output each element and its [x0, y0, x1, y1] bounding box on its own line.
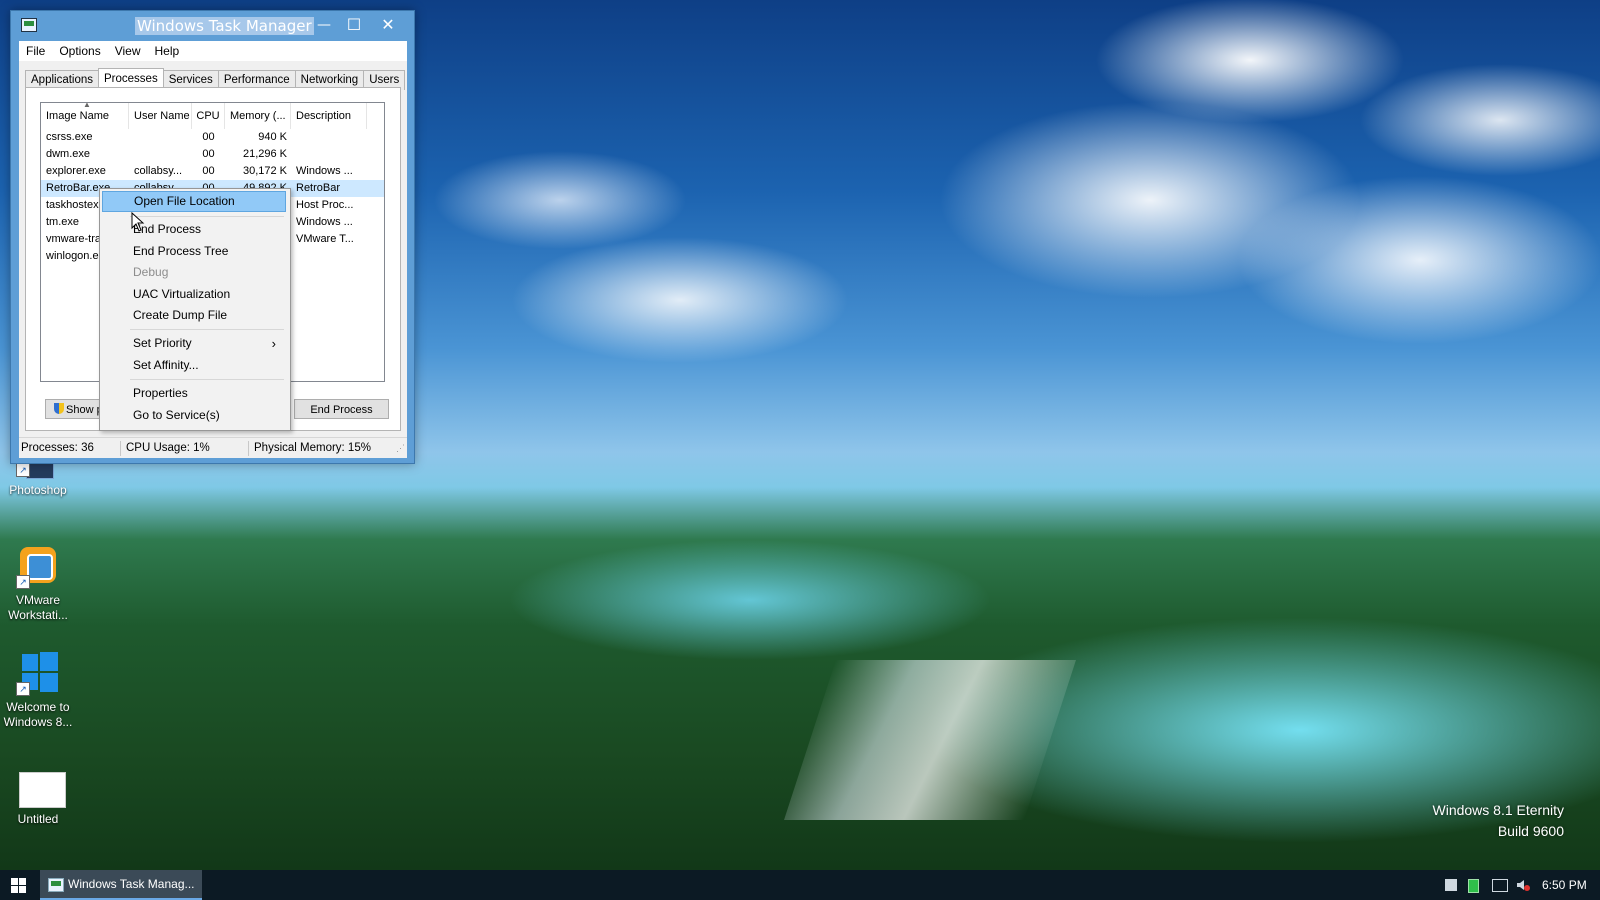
menu-separator: [130, 329, 284, 330]
process-user: collabsy...: [134, 165, 183, 177]
process-name: dwm.exe: [46, 148, 91, 160]
process-memory: 940 K: [258, 131, 287, 143]
end-process-button[interactable]: End Process: [294, 399, 389, 419]
status-divider: [248, 441, 249, 456]
table-row[interactable]: explorer.exe collabsy... 00 30,172 K Win…: [41, 163, 384, 180]
process-context-menu: Open File Location End Process End Proce…: [99, 188, 291, 431]
windows-watermark: Windows 8.1 Eternity Build 9600: [1433, 800, 1565, 842]
taskbar: Windows Task Manag... 6:50 PM: [0, 870, 1600, 900]
table-row[interactable]: csrss.exe 00 940 K: [41, 129, 384, 146]
taskbar-item-label: Windows Task Manag...: [68, 877, 195, 891]
process-cpu: 00: [202, 165, 215, 177]
menu-file[interactable]: File: [19, 41, 52, 61]
menu-item-end-process-tree[interactable]: End Process Tree: [102, 241, 286, 262]
menu-item-open-file-location[interactable]: Open File Location: [102, 191, 286, 212]
start-button[interactable]: [0, 870, 38, 900]
uac-shield-icon: [54, 403, 64, 414]
sort-ascending-icon: ▲: [83, 103, 91, 109]
network-icon[interactable]: [1492, 879, 1508, 892]
menu-item-end-process[interactable]: End Process: [102, 219, 286, 240]
desktop-icon-label: VMware: [15, 593, 60, 607]
column-user-name[interactable]: User Name: [129, 103, 192, 129]
status-divider: [120, 441, 121, 456]
desktop-icon-welcome[interactable]: ↗ Welcome to Windows 8...: [0, 652, 76, 730]
menu-bar: File Options View Help: [19, 41, 407, 61]
watermark-build: Build 9600: [1497, 823, 1564, 839]
task-manager-app-icon: [21, 18, 37, 32]
action-center-icon[interactable]: [1445, 879, 1457, 891]
document-icon: [16, 772, 66, 808]
battery-icon[interactable]: [1468, 879, 1479, 893]
table-row[interactable]: dwm.exe 00 21,296 K: [41, 146, 384, 163]
menu-options[interactable]: Options: [52, 41, 107, 61]
task-manager-app-icon: [48, 878, 64, 892]
process-list-header: ▲ Image Name User Name CPU Memory (... De…: [41, 103, 384, 129]
menu-help[interactable]: Help: [148, 41, 187, 61]
column-description[interactable]: Description: [291, 103, 367, 129]
menu-view[interactable]: View: [108, 41, 148, 61]
process-description: RetroBar: [296, 182, 341, 194]
chevron-right-icon: ›: [271, 336, 276, 351]
status-cpu: CPU Usage: 1%: [126, 442, 210, 454]
desktop-icon-vmware[interactable]: ↗ VMware Workstati...: [0, 545, 76, 623]
process-description: Windows ...: [296, 165, 353, 177]
menu-item-create-dump-file[interactable]: Create Dump File: [102, 305, 286, 326]
process-cpu: 00: [202, 131, 215, 143]
status-processes: Processes: 36: [21, 442, 94, 454]
desktop-icon-label: Photoshop: [9, 483, 67, 497]
taskbar-item-task-manager[interactable]: Windows Task Manag...: [40, 870, 202, 900]
column-image-name[interactable]: ▲ Image Name: [41, 103, 129, 129]
title-bar[interactable]: Windows Task Manager — ☐ ✕: [11, 11, 414, 41]
menu-separator: [130, 379, 284, 380]
process-description: Windows ...: [296, 216, 353, 228]
windows-logo-icon: ↗: [16, 652, 60, 696]
process-memory: 21,296 K: [242, 148, 287, 160]
menu-item-uac-virtualization[interactable]: UAC Virtualization: [102, 284, 286, 305]
wallpaper-waterfall: [784, 660, 1076, 820]
desktop-icon-label: Windows 8...: [3, 715, 73, 729]
process-cpu: 00: [202, 148, 215, 160]
mouse-cursor-icon: [131, 212, 145, 232]
watermark-edition: Windows 8.1 Eternity: [1432, 802, 1565, 818]
desktop-icon-label: Welcome to: [6, 700, 70, 714]
process-name: csrss.exe: [46, 131, 93, 143]
menu-item-properties[interactable]: Properties: [102, 383, 286, 404]
window-title: Windows Task Manager: [135, 17, 314, 35]
menu-separator: [130, 216, 284, 217]
process-memory: 30,172 K: [242, 165, 287, 177]
taskbar-clock[interactable]: 6:50 PM: [1542, 870, 1587, 900]
desktop-icon-label: Workstati...: [8, 608, 68, 622]
desktop-icon-label: Untitled: [17, 812, 59, 826]
minimize-button[interactable]: —: [309, 15, 339, 35]
close-button[interactable]: ✕: [373, 15, 403, 35]
menu-item-set-priority[interactable]: Set Priority ›: [102, 333, 286, 354]
menu-item-set-affinity[interactable]: Set Affinity...: [102, 355, 286, 376]
menu-item-debug: Debug: [133, 265, 169, 279]
menu-item-label: Set Priority: [133, 336, 192, 350]
process-description: Host Proc...: [296, 199, 354, 211]
column-cpu[interactable]: CPU: [192, 103, 225, 129]
menu-item-go-to-services[interactable]: Go to Service(s): [102, 405, 286, 426]
column-memory[interactable]: Memory (...: [225, 103, 291, 129]
status-memory: Physical Memory: 15%: [254, 442, 371, 454]
status-bar: Processes: 36 CPU Usage: 1% Physical Mem…: [19, 437, 407, 458]
resize-grip-icon[interactable]: ⋰: [396, 442, 405, 454]
vmware-icon: ↗: [16, 545, 60, 589]
tab-strip: Applications Processes Services Performance…: [25, 67, 406, 91]
process-name: explorer.exe: [46, 165, 106, 177]
maximize-button[interactable]: ☐: [339, 15, 369, 35]
volume-muted-icon[interactable]: [1516, 879, 1530, 891]
process-description: VMware T...: [296, 233, 354, 245]
desktop-icon-untitled[interactable]: Untitled: [0, 772, 76, 827]
